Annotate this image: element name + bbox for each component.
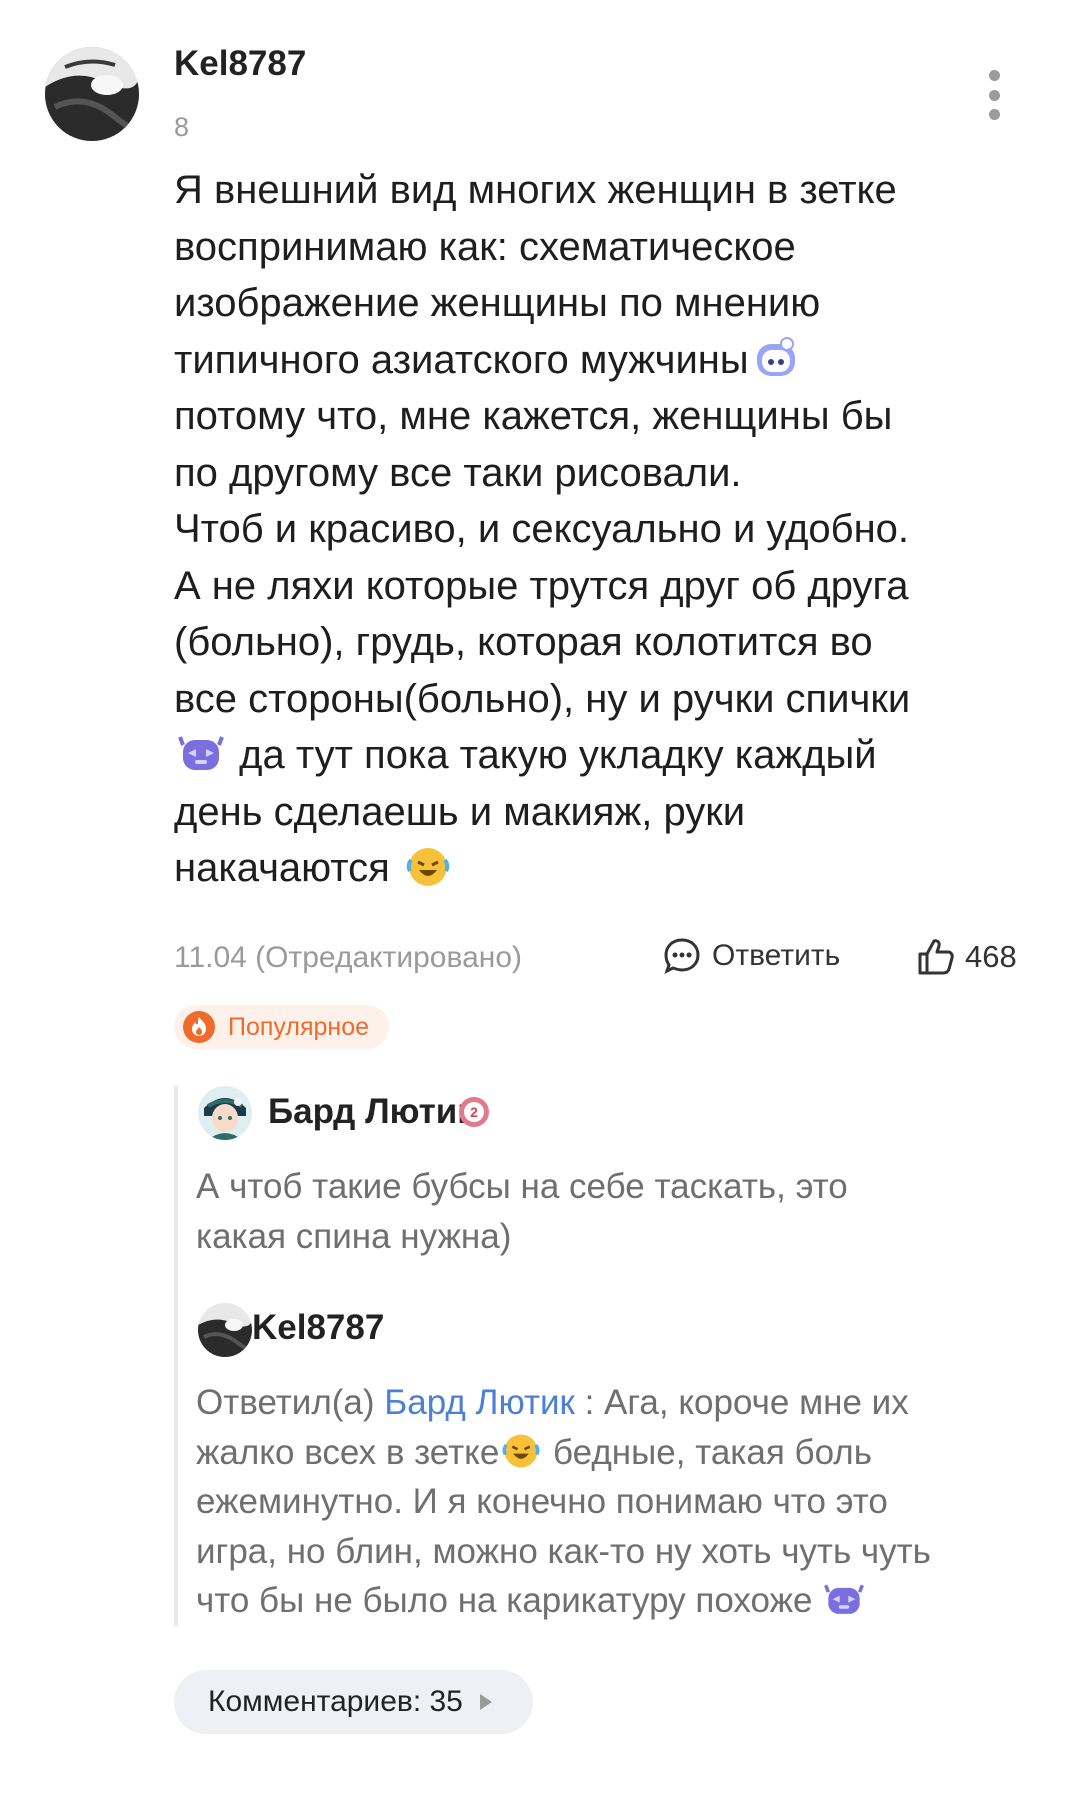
popular-badge: Популярное [174, 1005, 390, 1049]
mention-link[interactable]: Бард Лютик [384, 1383, 575, 1422]
comment-text: Я внешний вид многих женщин в зетке восп… [174, 162, 1034, 897]
play-arrow-icon [479, 1694, 492, 1710]
comment-line-text: да тут пока такую укладку каждый [239, 733, 877, 777]
like-count: 468 [965, 939, 1017, 974]
comment-line: А не ляхи которые трутся друг об друга [174, 563, 909, 608]
comment-line-with-emoji: типичного азиатского мужчины [174, 332, 1034, 389]
reply-text-line: А чтоб такие бубсы на себе таскать, это [196, 1167, 848, 1206]
loading-emoji-icon [753, 336, 799, 382]
laughing-emoji-icon [501, 1431, 541, 1471]
reply-text: Ответил(а) Бард Лютик : Ага, короче мне … [196, 1378, 1046, 1626]
comment-line: воспринимаю как: схематическое [174, 224, 796, 269]
reply-text-part: что бы не было на карикатуру похоже [196, 1581, 813, 1620]
comment-line: потому что, мне кажется, женщины бы [174, 394, 893, 438]
user-avatar[interactable] [45, 47, 139, 141]
user-level: 8 [174, 112, 190, 142]
reply-text-part: бедные, такая боль [553, 1432, 872, 1472]
comment-card: Kel8787 8 Я внешний вид многих женщин в … [0, 0, 1080, 1820]
username[interactable]: Kel8787 [174, 44, 306, 84]
more-options-icon[interactable] [982, 70, 1006, 120]
laughing-emoji-icon [405, 844, 451, 890]
reply-prefix: Ответил(а) [196, 1383, 375, 1422]
comment-line: Я внешний вид многих женщин в зетке [174, 168, 897, 212]
reply-text-line: какая спина нужна) [196, 1216, 512, 1256]
reply-text-line: жалко всех в зетке бедные, такая боль [196, 1428, 1046, 1478]
reply-label: Ответить [712, 939, 841, 972]
reply-username[interactable]: Бард Лютик [268, 1092, 475, 1132]
reply-button[interactable]: Ответить [662, 936, 840, 976]
reply-avatar[interactable] [198, 1086, 252, 1140]
thumbs-up-icon [918, 939, 954, 975]
comment-line-text: накачаются [174, 846, 390, 890]
level-badge-icon: 2 [456, 1094, 492, 1130]
badge-number: 2 [470, 1104, 478, 1120]
comment-date: 11.04 (Отредактировано) [174, 941, 523, 974]
comment-line: изображение женщины по мнению [174, 281, 821, 325]
popular-label: Популярное [228, 1012, 370, 1041]
reply-text-part: : Ага, короче мне их [584, 1383, 909, 1422]
comment-line: все стороны(больно), ну и ручки спички [174, 676, 911, 721]
comment-line: (больно), грудь, которая колотится во [174, 620, 873, 664]
comment-line: по другому все таки рисовали. [174, 450, 742, 495]
comments-count-button[interactable]: Комментариев: 35 [174, 1670, 533, 1734]
reply-text-line: Ответил(а) Бард Лютик : Ага, короче мне … [196, 1378, 1046, 1428]
reply-avatar[interactable] [198, 1303, 252, 1357]
comment-line-with-emoji: накачаются [174, 840, 1034, 897]
fire-icon [183, 1011, 215, 1043]
replies-thread[interactable]: Бард Лютик 2 А чтоб такие бубсы на себе … [174, 1086, 1038, 1626]
crying-emoji-icon [178, 731, 224, 777]
reply-icon [664, 938, 700, 974]
comments-count-label: Комментариев: 35 [208, 1685, 463, 1718]
comment-line: Чтоб и красиво, и сексуально и удобно. [174, 507, 910, 551]
reply-text-line: что бы не было на карикатуру похоже [196, 1576, 1046, 1626]
comment-line: день сделаешь и макияж, руки [174, 789, 746, 834]
comment-line-with-emoji: да тут пока такую укладку каждый [174, 727, 1034, 784]
reply-text-line: ежеминутно. И я конечно понимаю что это [196, 1482, 888, 1521]
comment-line-text: типичного азиатского мужчины [174, 337, 749, 382]
reply-text-part: жалко всех в зетке [196, 1432, 500, 1472]
crying-emoji-icon [824, 1580, 865, 1620]
reply-text-line: игра, но блин, можно как-то ну хоть чуть… [196, 1531, 931, 1571]
reply-username[interactable]: Kel8787 [252, 1308, 384, 1348]
like-button[interactable]: 468 [915, 936, 1017, 978]
reply-text: А чтоб такие бубсы на себе таскать, это … [196, 1162, 1046, 1261]
